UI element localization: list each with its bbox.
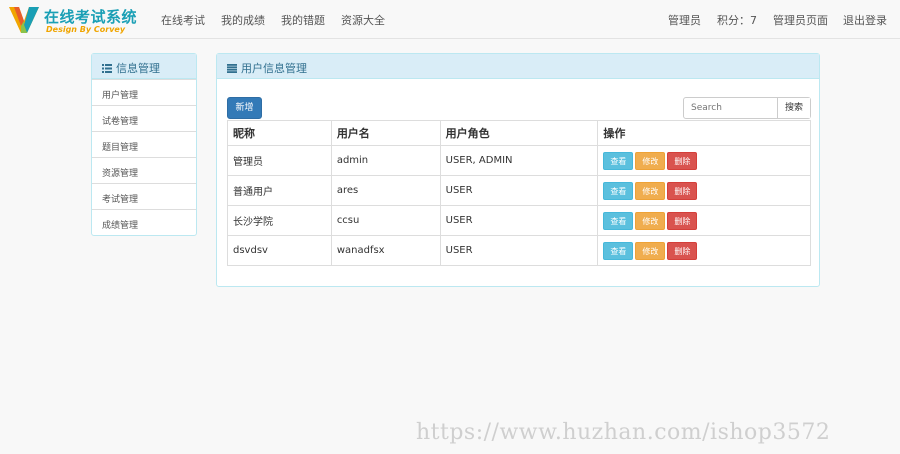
cell-username: ares (330, 175, 441, 206)
sidebar-item-score-management[interactable]: 成绩管理 (92, 209, 196, 235)
add-user-button[interactable]: 新增 (227, 97, 262, 119)
site-watermark: https://www.huzhan.com/ishop3572 (416, 420, 831, 445)
cell-role: USER (439, 175, 599, 206)
sidebar-item-question-management[interactable]: 题目管理 (92, 131, 196, 157)
table-row: 长沙学院 ccsu USER 查看 修改 删除 (227, 205, 811, 236)
delete-button[interactable]: 删除 (667, 181, 698, 200)
view-button[interactable]: 查看 (603, 181, 634, 200)
delete-button[interactable]: 删除 (667, 151, 698, 170)
nav-link-admin-page[interactable]: 管理员页面 (773, 12, 828, 28)
table-row: 普通用户 ares USER 查看 修改 删除 (227, 175, 811, 206)
table-row: 管理员 admin USER, ADMIN 查看 修改 删除 (227, 145, 811, 176)
edit-button[interactable]: 修改 (635, 151, 666, 170)
list-icon (102, 64, 112, 73)
nav-user-name[interactable]: 管理员 (668, 12, 701, 28)
panel-title: 用户信息管理 (241, 62, 307, 75)
edit-button[interactable]: 修改 (635, 211, 666, 230)
search-button[interactable]: 搜索 (777, 98, 810, 118)
nav-link-online-exam[interactable]: 在线考试 (161, 12, 205, 28)
cell-nickname: dsvdsv (227, 235, 332, 266)
nav-link-logout[interactable]: 退出登录 (843, 12, 887, 28)
table-header-row: 昵称 用户名 用户角色 操作 (227, 120, 811, 146)
cell-actions: 查看 修改 删除 (597, 205, 811, 236)
logo-subtitle: Design By Corvey (46, 25, 126, 34)
cell-actions: 查看 修改 删除 (597, 175, 811, 206)
delete-button[interactable]: 删除 (667, 211, 698, 230)
cell-actions: 查看 修改 删除 (597, 235, 811, 266)
view-button[interactable]: 查看 (603, 151, 634, 170)
cell-nickname: 管理员 (227, 145, 332, 176)
cell-actions: 查看 修改 删除 (597, 145, 811, 176)
edit-button[interactable]: 修改 (635, 241, 666, 260)
cell-nickname: 长沙学院 (227, 205, 332, 236)
search-input[interactable] (684, 98, 777, 118)
sidebar-panel: 信息管理 用户管理 试卷管理 题目管理 资源管理 考试管理 成绩管理 (91, 53, 197, 236)
nav-link-my-scores[interactable]: 我的成绩 (221, 12, 265, 28)
cell-username: admin (330, 145, 441, 176)
delete-button[interactable]: 删除 (667, 241, 698, 260)
cell-role: USER (439, 205, 599, 236)
sidebar-item-exam-management[interactable]: 考试管理 (92, 183, 196, 209)
edit-button[interactable]: 修改 (635, 181, 666, 200)
nav-link-resources[interactable]: 资源大全 (341, 12, 385, 28)
cell-username: ccsu (330, 205, 441, 236)
sidebar-title: 信息管理 (116, 62, 160, 75)
user-info-panel: 用户信息管理 新增 搜索 昵称 用户名 用户角色 操作 管理员 admin US… (216, 53, 820, 287)
nav-link-my-mistakes[interactable]: 我的错题 (281, 12, 325, 28)
sidebar-item-paper-management[interactable]: 试卷管理 (92, 105, 196, 131)
column-header-nickname: 昵称 (227, 120, 332, 146)
panel-header: 用户信息管理 (217, 54, 819, 79)
cell-username: wanadfsx (330, 235, 441, 266)
nav-points: 积分：7 (717, 14, 757, 27)
app-logo[interactable]: 在线考试系统 Design By Corvey (8, 3, 148, 35)
view-button[interactable]: 查看 (603, 241, 634, 260)
sidebar-item-user-management[interactable]: 用户管理 (92, 79, 196, 105)
logo-title: 在线考试系统 (44, 8, 138, 26)
menu-lines-icon (227, 64, 237, 73)
top-navbar: 在线考试系统 Design By Corvey 在线考试 我的成绩 我的错题 资… (0, 0, 900, 39)
cell-role: USER, ADMIN (439, 145, 599, 176)
sidebar-header: 信息管理 (92, 54, 196, 79)
search-group: 搜索 (683, 97, 811, 119)
column-header-username: 用户名 (330, 120, 441, 146)
table-row: dsvdsv wanadfsx USER 查看 修改 删除 (227, 235, 811, 266)
column-header-role: 用户角色 (439, 120, 599, 146)
cell-role: USER (439, 235, 599, 266)
column-header-actions: 操作 (597, 120, 811, 146)
logo-v-icon (9, 7, 39, 33)
users-table: 昵称 用户名 用户角色 操作 管理员 admin USER, ADMIN 查看修… (227, 120, 811, 266)
view-button[interactable]: 查看 (603, 211, 634, 230)
cell-nickname: 普通用户 (227, 175, 332, 206)
sidebar-item-resource-management[interactable]: 资源管理 (92, 157, 196, 183)
